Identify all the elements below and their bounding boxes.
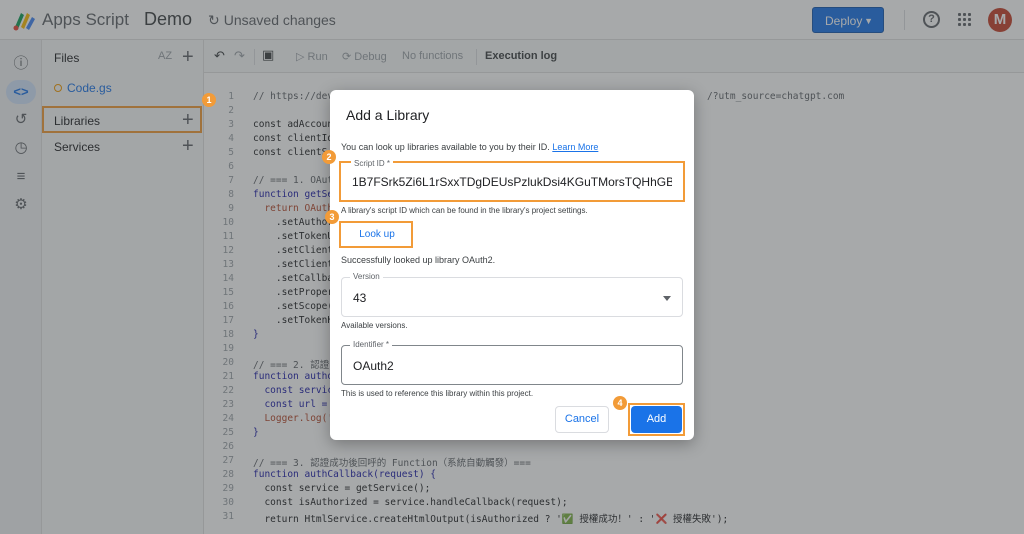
- dialog-description: You can look up libraries available to y…: [341, 142, 598, 152]
- identifier-helper: This is used to reference this library w…: [341, 389, 534, 398]
- step-badge-3: 3: [325, 210, 339, 224]
- step-badge-4: 4: [613, 396, 627, 410]
- lookup-status: Successfully looked up library OAuth2.: [341, 255, 496, 265]
- lookup-button[interactable]: Look up: [344, 225, 410, 245]
- cancel-button[interactable]: Cancel: [555, 406, 609, 433]
- learn-more-link[interactable]: Learn More: [552, 142, 598, 152]
- version-helper: Available versions.: [341, 321, 408, 330]
- script-id-label: Script ID *: [351, 159, 394, 168]
- version-select[interactable]: Version 43: [341, 272, 683, 317]
- dropdown-arrow-icon: [663, 296, 671, 301]
- identifier-label: Identifier *: [350, 340, 393, 349]
- script-id-field[interactable]: Script ID * 1B7FSrk5Zi6L1rSxxTDgDEUsPzlu…: [341, 159, 683, 199]
- step-badge-2: 2: [322, 150, 336, 164]
- identifier-field[interactable]: Identifier * OAuth2: [341, 340, 683, 385]
- version-value: 43: [353, 291, 367, 305]
- dialog-description-text: You can look up libraries available to y…: [341, 142, 550, 152]
- step-badge-1: 1: [202, 93, 216, 107]
- add-button[interactable]: Add: [631, 406, 682, 433]
- identifier-input[interactable]: OAuth2: [353, 359, 394, 373]
- script-id-helper: A library's script ID which can be found…: [341, 206, 588, 215]
- add-library-dialog: Add a Library You can look up libraries …: [322, 90, 694, 440]
- script-id-input[interactable]: 1B7FSrk5Zi6L1rSxxTDgDEUsPzlukDsi4KGuTMor…: [352, 175, 672, 189]
- dialog-title: Add a Library: [346, 107, 430, 123]
- version-label: Version: [350, 272, 383, 281]
